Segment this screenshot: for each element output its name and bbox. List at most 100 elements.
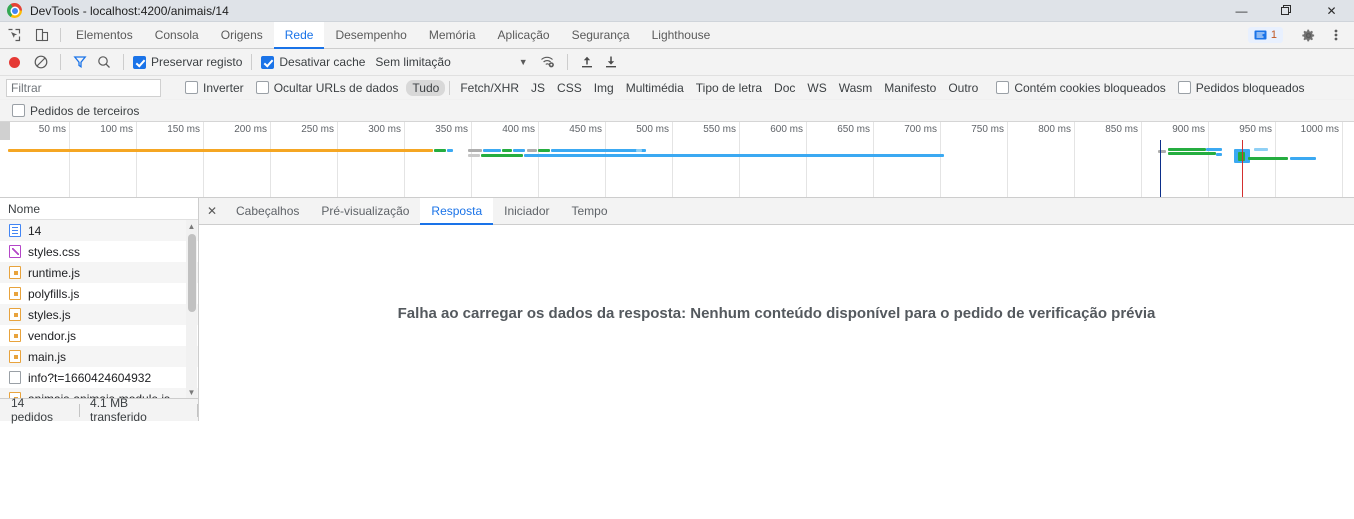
- devtools-main-tabbar: Elementos Consola Origens Rede Desempenh…: [0, 22, 1354, 49]
- filter-type-doc[interactable]: Doc: [768, 80, 801, 96]
- search-icon[interactable]: [92, 51, 116, 73]
- third-party-checkbox[interactable]: Pedidos de terceiros: [10, 104, 141, 118]
- network-overview-timeline[interactable]: 50 ms 100 ms 150 ms 200 ms 250 ms 300 ms 350 m…: [0, 122, 1354, 198]
- message-count-badge[interactable]: 1: [1247, 27, 1283, 43]
- clear-icon[interactable]: [29, 51, 53, 73]
- filter-type-wasm[interactable]: Wasm: [833, 80, 879, 96]
- preserve-log-checkbox[interactable]: Preservar registo: [131, 55, 244, 69]
- timeline-request-bar: [468, 154, 480, 157]
- gear-icon[interactable]: [1294, 28, 1322, 43]
- request-name: styles.js: [28, 307, 71, 322]
- detail-tab-resposta[interactable]: Resposta: [420, 198, 494, 225]
- request-name: polyfills.js: [28, 286, 80, 301]
- tab-desempenho[interactable]: Desempenho: [324, 22, 417, 49]
- invert-label: Inverter: [203, 80, 244, 95]
- invert-checkbox[interactable]: Inverter: [183, 81, 246, 95]
- request-row[interactable]: 14: [0, 220, 198, 241]
- network-conditions-glyph: [541, 56, 555, 68]
- timeline-tick-label: 300 ms: [368, 124, 401, 135]
- timeline-request-bar: [8, 149, 433, 152]
- timeline-tick: 450 ms: [569, 122, 606, 197]
- scroll-up-icon[interactable]: ▲: [186, 220, 197, 232]
- device-toolbar-icon[interactable]: [28, 22, 56, 48]
- filter-type-manifest[interactable]: Manifesto: [878, 80, 942, 96]
- chrome-logo-icon: [7, 3, 22, 18]
- detail-tab-tempo[interactable]: Tempo: [560, 198, 618, 225]
- tabbar-right-actions: 1: [1247, 22, 1354, 48]
- scroll-down-icon[interactable]: ▼: [186, 386, 197, 398]
- upload-arrow-icon[interactable]: [575, 51, 599, 73]
- scrollbar-thumb[interactable]: [188, 234, 196, 312]
- request-row[interactable]: polyfills.js: [0, 283, 198, 304]
- timeline-request-bar: [1168, 152, 1216, 155]
- throttling-dropdown[interactable]: Sem limitação ▼: [375, 55, 527, 69]
- detail-tab-previsualizacao[interactable]: Pré-visualização: [310, 198, 420, 225]
- filter-input[interactable]: [6, 78, 161, 97]
- filter-type-js[interactable]: JS: [525, 80, 551, 96]
- filter-type-img[interactable]: Img: [588, 80, 620, 96]
- request-row[interactable]: styles.js: [0, 304, 198, 325]
- filter-funnel-icon[interactable]: [68, 51, 92, 73]
- minimize-icon[interactable]: —: [1219, 0, 1264, 22]
- record-button[interactable]: [9, 56, 20, 68]
- filter-type-ws[interactable]: WS: [801, 80, 832, 96]
- inspect-element-icon[interactable]: [0, 22, 28, 48]
- request-row[interactable]: vendor.js: [0, 325, 198, 346]
- tab-memoria[interactable]: Memória: [418, 22, 487, 49]
- overview-gutter: [0, 122, 10, 140]
- restore-icon[interactable]: [1264, 0, 1309, 22]
- close-panel-icon[interactable]: ✕: [199, 198, 225, 224]
- tab-aplicacao[interactable]: Aplicação: [487, 22, 561, 49]
- tab-rede[interactable]: Rede: [273, 22, 325, 49]
- timeline-tick-label: 550 ms: [703, 124, 736, 135]
- request-row[interactable]: info?t=1660424604932: [0, 367, 198, 388]
- stylesheet-icon: [9, 245, 21, 258]
- tab-seguranca[interactable]: Segurança: [561, 22, 641, 49]
- preserve-log-box: [133, 55, 146, 69]
- third-party-label: Pedidos de terceiros: [30, 103, 140, 118]
- detail-tab-cabecalhos[interactable]: Cabeçalhos: [225, 198, 310, 225]
- window-titlebar: DevTools - localhost:4200/animais/14 — ✕: [0, 0, 1354, 22]
- timeline-tick-label: 750 ms: [971, 124, 1004, 135]
- tab-origens[interactable]: Origens: [210, 22, 274, 49]
- request-row[interactable]: runtime.js: [0, 262, 198, 283]
- blocked-requests-checkbox[interactable]: Pedidos bloqueados: [1176, 81, 1307, 95]
- request-list-scrollbar[interactable]: ▲ ▼: [186, 220, 197, 398]
- filter-type-fetch-xhr[interactable]: Fetch/XHR: [454, 80, 525, 96]
- timeline-tick-label: 150 ms: [167, 124, 200, 135]
- close-icon[interactable]: ✕: [1309, 0, 1354, 22]
- download-arrow-icon[interactable]: [599, 51, 623, 73]
- blocked-cookies-box: [996, 81, 1010, 94]
- filter-type-multimedia[interactable]: Multimédia: [620, 80, 690, 96]
- timeline-tick: 850 ms: [1105, 122, 1142, 197]
- column-header-name[interactable]: Nome: [0, 198, 198, 220]
- status-transferred: 4.1 MB transferido: [90, 396, 147, 424]
- status-divider-1: [79, 403, 81, 417]
- wifi-settings-icon[interactable]: [536, 51, 560, 73]
- tab-consola[interactable]: Consola: [144, 22, 210, 49]
- timeline-tick-label: 600 ms: [770, 124, 803, 135]
- timeline-tick: 150 ms: [167, 122, 204, 197]
- tab-lighthouse[interactable]: Lighthouse: [641, 22, 722, 49]
- hide-data-urls-label: Ocultar URLs de dados: [273, 80, 399, 95]
- detail-tab-iniciador[interactable]: Iniciador: [493, 198, 560, 225]
- timeline-request-bar: [481, 154, 523, 157]
- cursor-box-glyph: [8, 28, 21, 42]
- hide-data-urls-checkbox[interactable]: Ocultar URLs de dados: [254, 81, 401, 95]
- disable-cache-checkbox[interactable]: Desativar cache: [259, 55, 367, 69]
- filter-type-css[interactable]: CSS: [551, 80, 588, 96]
- tabbar-divider: [60, 28, 61, 42]
- timeline-tick: 300 ms: [368, 122, 405, 197]
- filter-type-other[interactable]: Outro: [942, 80, 984, 96]
- more-vertical-icon[interactable]: [1322, 28, 1350, 42]
- request-row[interactable]: styles.css: [0, 241, 198, 262]
- filter-type-tudo[interactable]: Tudo: [406, 79, 446, 96]
- timeline-request-bar: [636, 149, 642, 152]
- blocked-cookies-checkbox[interactable]: Contém cookies bloqueados: [994, 81, 1167, 95]
- request-row[interactable]: main.js: [0, 346, 198, 367]
- filter-type-font[interactable]: Tipo de letra: [690, 80, 768, 96]
- script-icon: [9, 329, 21, 342]
- magnifier-glyph: [98, 56, 110, 68]
- timeline-tick: 50 ms: [39, 122, 70, 197]
- tab-elementos[interactable]: Elementos: [65, 22, 144, 49]
